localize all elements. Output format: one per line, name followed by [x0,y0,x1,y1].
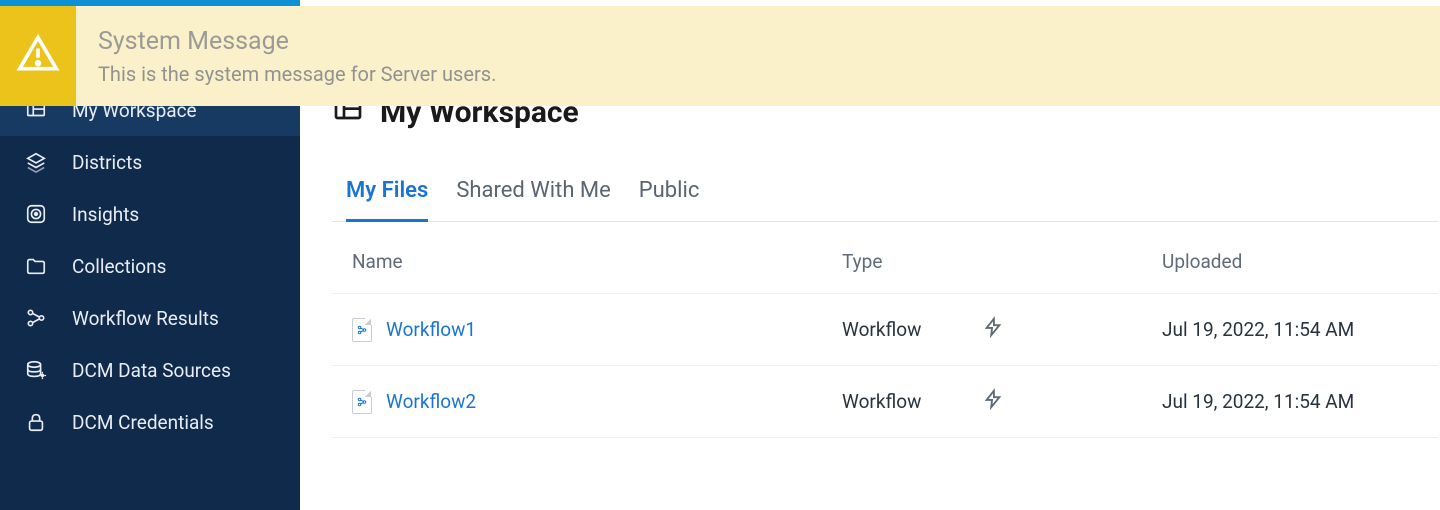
banner-icon-box [0,6,76,106]
tab-shared-with-me[interactable]: Shared With Me [456,178,610,222]
column-header-uploaded[interactable]: Uploaded [1162,250,1418,273]
file-uploaded: Jul 19, 2022, 11:54 AM [1162,318,1418,341]
run-icon[interactable] [982,320,1004,343]
file-link[interactable]: Workflow1 [386,318,476,341]
file-type: Workflow [842,390,982,413]
column-header-name[interactable]: Name [352,250,842,273]
file-type: Workflow [842,318,982,341]
column-header-type[interactable]: Type [842,250,982,273]
sidebar-item-label: Districts [72,151,142,174]
column-header-action [982,250,1162,273]
sidebar-item-label: Insights [72,203,139,226]
run-icon[interactable] [982,392,1004,415]
sidebar-item-label: DCM Data Sources [72,359,231,382]
sidebar-item-dcm-credentials[interactable]: DCM Credentials [0,396,300,448]
warning-icon [16,32,60,80]
workflow-file-icon [352,318,372,342]
lock-icon [24,410,48,434]
banner-message: This is the system message for Server us… [98,62,496,86]
top-accent-bar [0,0,300,6]
workflow-file-icon [352,390,372,414]
sidebar-item-districts[interactable]: Districts [0,136,300,188]
database-icon [24,358,48,382]
target-icon [24,202,48,226]
tabs: My Files Shared With Me Public [332,178,1438,222]
banner-title: System Message [98,27,496,56]
sidebar-item-label: Collections [72,255,166,278]
files-table: Name Type Uploaded Workflow1 [332,222,1438,438]
folder-icon [24,254,48,278]
table-row: Workflow2 Workflow Jul 19, 2022, 11:54 A… [332,366,1438,438]
file-uploaded: Jul 19, 2022, 11:54 AM [1162,390,1418,413]
file-link[interactable]: Workflow2 [386,390,476,413]
nodes-icon [24,306,48,330]
sidebar-item-label: DCM Credentials [72,411,214,434]
sidebar-item-dcm-data-sources[interactable]: DCM Data Sources [0,344,300,396]
sidebar-item-workflow-results[interactable]: Workflow Results [0,292,300,344]
layers-icon [24,150,48,174]
tab-my-files[interactable]: My Files [346,178,428,222]
table-row: Workflow1 Workflow Jul 19, 2022, 11:54 A… [332,294,1438,366]
sidebar-item-label: Workflow Results [72,307,219,330]
sidebar-item-collections[interactable]: Collections [0,240,300,292]
banner-text: System Message This is the system messag… [76,6,518,106]
tab-public[interactable]: Public [639,178,700,222]
system-banner: System Message This is the system messag… [0,6,1440,106]
sidebar-item-insights[interactable]: Insights [0,188,300,240]
table-header: Name Type Uploaded [332,222,1438,294]
